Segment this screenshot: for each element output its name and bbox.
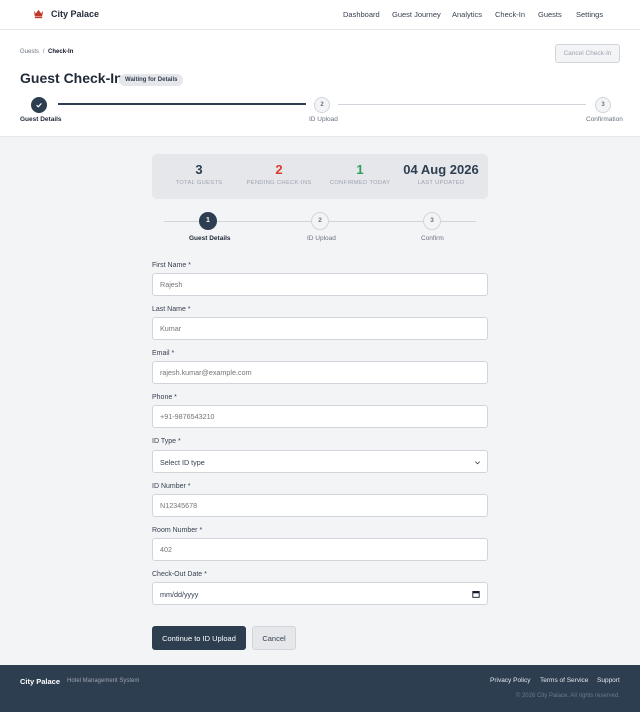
form-step-1-label: Guest Details bbox=[189, 235, 231, 242]
status-badge: Waiting for Details bbox=[119, 74, 184, 86]
phone-label: Phone * bbox=[152, 394, 177, 401]
breadcrumb-current: Check-In bbox=[48, 49, 74, 55]
footer-subtitle: Hotel Management System bbox=[67, 678, 140, 684]
stat-total-guests: 3 TOTAL GUESTS bbox=[157, 162, 241, 186]
stat-pending-check-ins: 2 PENDING CHECK-INS bbox=[237, 162, 321, 186]
stat-label: PENDING CHECK-INS bbox=[246, 180, 312, 186]
stat-last-updated: 04 Aug 2026 LAST UPDATED bbox=[399, 162, 483, 186]
first-name-input[interactable] bbox=[152, 273, 488, 296]
brand-name: City Palace bbox=[51, 8, 100, 19]
id-type-select[interactable]: Select ID type bbox=[152, 450, 488, 473]
nav-check-in[interactable]: Check-In bbox=[495, 10, 525, 19]
cancel-check-in-button[interactable]: Cancel Check-In bbox=[555, 44, 620, 63]
id-number-label: ID Number * bbox=[152, 483, 191, 490]
breadcrumb: Guests / Check-In bbox=[20, 49, 73, 55]
id-number-input[interactable] bbox=[152, 494, 488, 517]
nav-dashboard[interactable]: Dashboard bbox=[343, 10, 380, 19]
step-2-label: ID Upload bbox=[309, 116, 338, 123]
stat-value: 1 bbox=[356, 162, 364, 177]
breadcrumb-separator: / bbox=[42, 49, 45, 55]
stat-confirmed-today: 1 CONFIRMED TODAY bbox=[318, 162, 402, 186]
form-step-1-circle: 1 bbox=[199, 212, 217, 230]
privacy-policy-link[interactable]: Privacy Policy bbox=[490, 677, 530, 684]
top-navbar: City Palace Dashboard Guest Journey Anal… bbox=[0, 0, 640, 30]
brand[interactable]: City Palace bbox=[33, 8, 99, 19]
breadcrumb-guests-link[interactable]: Guests bbox=[20, 49, 39, 55]
checkout-date-value: mm/dd/yyyy bbox=[160, 590, 199, 599]
page-title: Guest Check-In bbox=[20, 70, 123, 86]
form-step-2-label: ID Upload bbox=[307, 235, 336, 242]
stat-value: 2 bbox=[275, 162, 283, 177]
nav-analytics[interactable]: Analytics bbox=[452, 10, 482, 19]
first-name-label: First Name * bbox=[152, 262, 191, 269]
copyright: © 2026 City Palace. All rights reserved. bbox=[515, 693, 620, 699]
terms-of-service-link[interactable]: Terms of Service bbox=[540, 677, 588, 684]
step-3-label: Confirmation bbox=[586, 116, 623, 123]
nav-guest-journey[interactable]: Guest Journey bbox=[392, 10, 441, 19]
nav-settings[interactable]: Settings bbox=[576, 10, 603, 19]
support-link[interactable]: Support bbox=[597, 677, 620, 684]
room-number-label: Room Number * bbox=[152, 527, 203, 534]
phone-input[interactable] bbox=[152, 405, 488, 428]
stat-label: LAST UPDATED bbox=[417, 180, 465, 186]
id-type-selected-value: Select ID type bbox=[160, 458, 205, 467]
crown-logo-icon bbox=[33, 9, 44, 19]
last-name-label: Last Name * bbox=[152, 306, 191, 313]
step-2-circle: 2 bbox=[314, 97, 330, 113]
check-icon bbox=[36, 102, 42, 108]
page-header: Guests / Check-In Cancel Check-In Guest … bbox=[0, 30, 640, 137]
progress-line-complete bbox=[58, 103, 306, 105]
last-name-input[interactable] bbox=[152, 317, 488, 340]
room-number-input[interactable] bbox=[152, 538, 488, 561]
checkout-date-label: Check-Out Date * bbox=[152, 571, 207, 578]
stat-label: TOTAL GUESTS bbox=[175, 180, 223, 186]
checkout-date-input[interactable]: mm/dd/yyyy bbox=[152, 582, 488, 605]
nav-guests[interactable]: Guests bbox=[538, 10, 562, 19]
stats-panel: 3 TOTAL GUESTS 2 PENDING CHECK-INS 1 CON… bbox=[152, 154, 488, 199]
form-step-3-label: Confirm bbox=[421, 235, 444, 242]
stat-value: 3 bbox=[195, 162, 203, 177]
chevron-down-icon bbox=[475, 461, 480, 465]
form-step-2-circle: 2 bbox=[311, 212, 329, 230]
footer: City Palace Hotel Management System Priv… bbox=[0, 665, 640, 712]
cancel-button[interactable]: Cancel bbox=[252, 626, 296, 650]
progress-line-pending bbox=[338, 104, 586, 105]
stat-value: 04 Aug 2026 bbox=[403, 162, 479, 177]
footer-brand: City Palace bbox=[20, 677, 61, 686]
email-input[interactable] bbox=[152, 361, 488, 384]
calendar-icon[interactable] bbox=[472, 590, 480, 598]
form-step-3-circle: 3 bbox=[423, 212, 441, 230]
email-label: Email * bbox=[152, 350, 175, 357]
id-type-label: ID Type * bbox=[152, 438, 181, 445]
step-3-circle: 3 bbox=[595, 97, 611, 113]
continue-to-id-upload-button[interactable]: Continue to ID Upload bbox=[152, 626, 246, 650]
step-1-complete bbox=[31, 97, 47, 113]
stat-label: CONFIRMED TODAY bbox=[329, 180, 391, 186]
step-1-label: Guest Details bbox=[20, 116, 62, 123]
